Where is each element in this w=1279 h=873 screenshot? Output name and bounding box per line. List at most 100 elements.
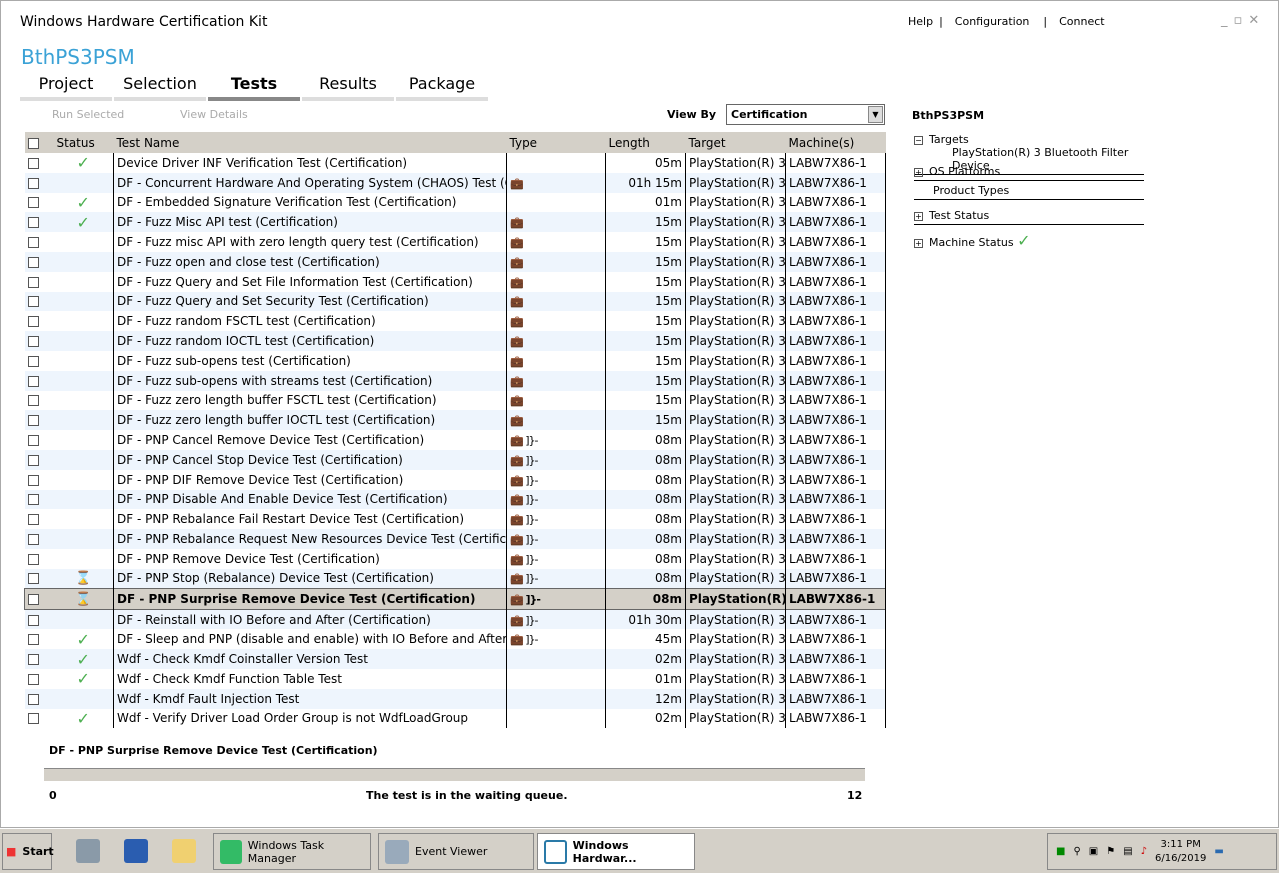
row-checkbox[interactable]	[24, 291, 54, 312]
product-types-section[interactable]: Product Types	[914, 184, 1144, 200]
col-machines[interactable]: Machine(s)	[785, 132, 886, 153]
row-checkbox[interactable]	[24, 568, 54, 589]
taskbar-event-viewer[interactable]: Event Viewer	[378, 833, 534, 870]
taskbar-hck[interactable]: Windows Hardwar...	[537, 833, 695, 870]
row-checkbox[interactable]	[24, 449, 54, 470]
col-target[interactable]: Target	[685, 132, 786, 153]
table-row[interactable]: DF - Reinstall with IO Before and After …	[24, 609, 886, 630]
test-status-section[interactable]: + Test Status	[914, 209, 1144, 225]
run-selected-button[interactable]: Run Selected	[52, 108, 124, 121]
vm-icon[interactable]: ▣	[1089, 846, 1098, 857]
taskbar-task-manager[interactable]: Windows Task Manager	[213, 833, 371, 870]
view-by-select[interactable]: Certification ▼	[726, 104, 885, 125]
powershell-icon[interactable]	[124, 839, 148, 863]
tab-results[interactable]: Results	[302, 74, 394, 101]
table-row[interactable]: ✓ DF - Fuzz Misc API test (Certification…	[24, 212, 886, 233]
table-row[interactable]: DF - PNP Cancel Stop Device Test (Certif…	[24, 449, 886, 470]
expand-icon[interactable]: +	[914, 212, 923, 221]
table-row[interactable]: DF - Fuzz random FSCTL test (Certificati…	[25, 311, 886, 332]
col-length[interactable]: Length	[605, 132, 686, 153]
table-row[interactable]: ✓ DF - Sleep and PNP (disable and enable…	[25, 629, 886, 650]
row-checkbox[interactable]	[25, 193, 54, 213]
col-status[interactable]: Status	[53, 132, 114, 153]
table-row[interactable]: DF - Fuzz Query and Set File Information…	[25, 271, 886, 292]
table-row[interactable]: ✓ Wdf - Verify Driver Load Order Group i…	[25, 708, 886, 729]
row-checkbox[interactable]	[25, 629, 54, 649]
configuration-link[interactable]: Configuration	[955, 15, 1030, 28]
row-checkbox[interactable]	[25, 549, 54, 569]
clock[interactable]: 3:11 PM 6/16/2019	[1155, 838, 1206, 866]
table-row[interactable]: ⌛ DF - PNP Stop (Rebalance) Device Test …	[24, 568, 886, 589]
tab-package[interactable]: Package	[396, 74, 488, 101]
row-checkbox[interactable]	[25, 669, 54, 689]
table-row[interactable]: DF - PNP Disable And Enable Device Test …	[24, 489, 886, 510]
row-checkbox[interactable]	[25, 232, 54, 252]
row-checkbox[interactable]	[24, 251, 54, 272]
restore-icon[interactable]: ▫	[1234, 13, 1243, 28]
row-checkbox[interactable]	[25, 430, 54, 450]
table-row[interactable]: ✓ DF - Embedded Signature Verification T…	[25, 192, 886, 213]
table-row[interactable]: ✓ Wdf - Check Kmdf Coinstaller Version T…	[24, 649, 886, 669]
table-row[interactable]: ✓ Device Driver INF Verification Test (C…	[25, 153, 886, 173]
table-row[interactable]: ✓ Wdf - Check Kmdf Function Table Test 0…	[25, 668, 886, 689]
row-checkbox[interactable]	[25, 391, 54, 411]
table-row[interactable]: DF - PNP DIF Remove Device Test (Certifi…	[25, 469, 886, 490]
volume-muted-icon[interactable]: ♪	[1141, 846, 1147, 857]
table-row[interactable]: DF - Fuzz sub-opens test (Certification)…	[25, 350, 886, 371]
network-status-icon[interactable]: ▤	[1123, 846, 1132, 857]
row-checkbox[interactable]	[25, 311, 54, 331]
table-row[interactable]: DF - PNP Remove Device Test (Certificati…	[25, 548, 886, 569]
row-checkbox[interactable]	[24, 331, 54, 351]
row-checkbox[interactable]	[24, 212, 54, 233]
show-desktop-icon[interactable]: ▬	[1214, 846, 1223, 857]
row-checkbox[interactable]	[24, 410, 54, 431]
col-test-name[interactable]: Test Name	[113, 132, 507, 153]
row-checkbox[interactable]	[25, 509, 54, 529]
row-checkbox[interactable]	[24, 529, 54, 549]
os-platforms-section[interactable]: + OS Platforms	[914, 165, 1144, 181]
table-row[interactable]: DF - Fuzz misc API with zero length quer…	[25, 232, 886, 252]
table-row[interactable]: ⌛ DF - PNP Surprise Remove Device Test (…	[24, 588, 886, 610]
row-checkbox[interactable]	[24, 172, 54, 193]
table-row[interactable]: Wdf - Kmdf Fault Injection Test 12m Play…	[24, 688, 886, 709]
row-checkbox[interactable]	[24, 588, 54, 610]
network-icon[interactable]: ■	[1056, 846, 1065, 857]
flag-icon[interactable]: ⚑	[1106, 846, 1115, 857]
help-link[interactable]: Help	[908, 15, 933, 28]
row-checkbox[interactable]	[24, 370, 54, 391]
col-type[interactable]: Type	[506, 132, 606, 153]
row-checkbox[interactable]	[24, 609, 54, 630]
table-row[interactable]: DF - PNP Rebalance Fail Restart Device T…	[25, 509, 886, 530]
close-icon[interactable]: ✕	[1248, 13, 1259, 28]
table-row[interactable]: DF - Fuzz random IOCTL test (Certificati…	[24, 331, 886, 351]
server-manager-icon[interactable]	[76, 839, 100, 863]
table-row[interactable]: DF - PNP Rebalance Request New Resources…	[24, 529, 886, 549]
view-details-button[interactable]: View Details	[180, 108, 248, 121]
collapse-icon[interactable]: −	[914, 136, 923, 145]
machine-status-section[interactable]: + Machine Status ✓	[914, 231, 1031, 250]
table-row[interactable]: DF - Fuzz open and close test (Certifica…	[24, 251, 886, 272]
row-checkbox[interactable]	[24, 688, 54, 709]
tab-tests[interactable]: Tests	[208, 74, 300, 101]
expand-icon[interactable]: +	[914, 168, 923, 177]
chevron-down-icon[interactable]: ▼	[868, 106, 883, 123]
start-button[interactable]: ■ Start	[2, 833, 54, 870]
table-row[interactable]: DF - Fuzz zero length buffer FSCTL test …	[25, 390, 886, 411]
tab-project[interactable]: Project	[20, 74, 112, 101]
minimize-icon[interactable]: _	[1221, 13, 1228, 28]
row-checkbox[interactable]	[24, 489, 54, 510]
table-row[interactable]: DF - PNP Cancel Remove Device Test (Cert…	[25, 430, 886, 450]
table-row[interactable]: DF - Fuzz sub-opens with streams test (C…	[24, 370, 886, 391]
row-checkbox[interactable]	[25, 470, 54, 490]
table-row[interactable]: DF - Fuzz zero length buffer IOCTL test …	[24, 410, 886, 431]
usb-icon[interactable]: ⚲	[1073, 846, 1080, 857]
row-checkbox[interactable]	[24, 649, 54, 669]
tab-selection[interactable]: Selection	[114, 74, 206, 101]
row-checkbox[interactable]	[25, 351, 54, 371]
explorer-icon[interactable]	[172, 839, 196, 863]
connect-link[interactable]: Connect	[1059, 15, 1104, 28]
table-row[interactable]: DF - Fuzz Query and Set Security Test (C…	[24, 291, 886, 312]
table-row[interactable]: DF - Concurrent Hardware And Operating S…	[24, 172, 886, 193]
select-all-checkbox[interactable]	[24, 132, 54, 153]
expand-icon[interactable]: +	[914, 239, 923, 248]
